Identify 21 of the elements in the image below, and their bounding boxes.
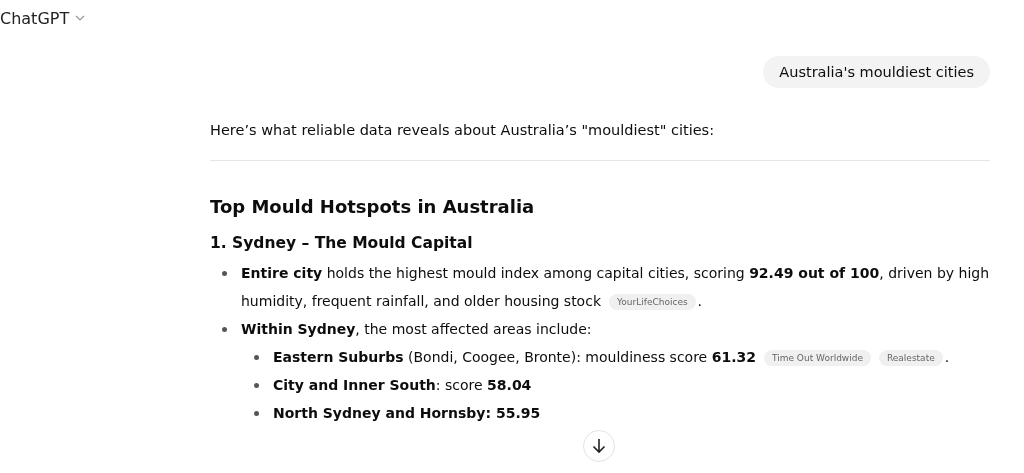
- list-item-text: Eastern Suburbs (Bondi, Coogee, Bronte): mouldiness score 61.32 Time Out Worldwide Realestate .: [273, 348, 951, 368]
- bullet-icon: [222, 271, 227, 276]
- list-item-text: Entire city holds the highest mould index among capital cities, scoring 92.49 out of 100, driven by high humidity, frequent rainfall, and older housing stock YourLifeChoices .: [241, 264, 990, 312]
- bullet-icon: [254, 355, 259, 360]
- bullet-icon: [222, 327, 227, 332]
- citation-link[interactable]: Realestate: [878, 350, 943, 366]
- arrow-down-icon: [592, 438, 606, 454]
- chevron-down-icon: [75, 15, 86, 21]
- citation-link[interactable]: Time Out Worldwide: [764, 350, 871, 366]
- subsection-heading: 1. Sydney – The Mould Capital: [210, 233, 474, 254]
- citation-link[interactable]: YourLifeChoices: [609, 294, 696, 310]
- list-item-text: City and Inner South: score 58.04: [273, 376, 533, 395]
- section-heading: Top Mould Hotspots in Australia: [210, 195, 536, 219]
- reply-intro: Here’s what reliable data reveals about Australia’s "mouldiest" cities:: [210, 121, 716, 140]
- scroll-down-button[interactable]: [583, 430, 615, 462]
- bullet-icon: [254, 411, 259, 416]
- model-selector[interactable]: ChatGPT: [0, 8, 86, 28]
- bullet-icon: [254, 383, 259, 388]
- list-item-text: Within Sydney, the most affected areas include:: [241, 320, 593, 339]
- list-item-text: North Sydney and Hornsby: 55.95: [273, 404, 542, 423]
- user-message: Australia's mouldiest cities: [763, 56, 990, 88]
